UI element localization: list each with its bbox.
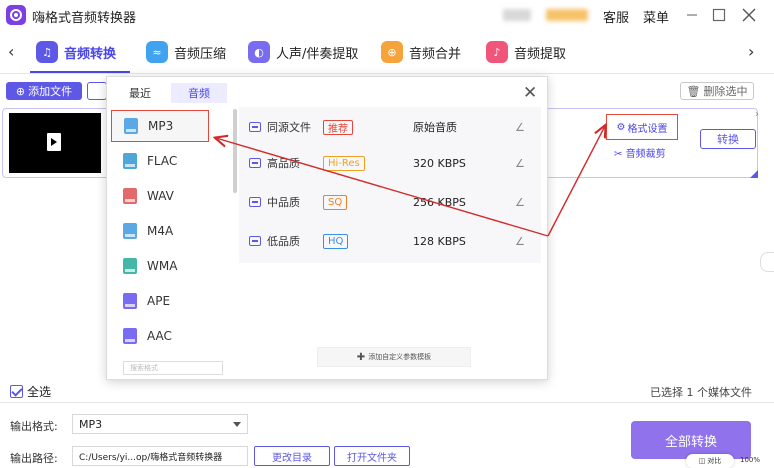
compare-toggle[interactable]: ◫ 对比 [686,454,734,468]
edit-icon[interactable]: ∠ [515,121,525,134]
feature-tabs: ‹ ♫ 音频转换 ≈ 音频压缩 ◐ 人声/伴奏提取 ⊕ 音频合并 ♪ 音频提取 … [0,30,774,74]
hires-badge: Hi-Res [323,155,365,171]
audio-file-icon [123,223,137,239]
merge-icon: ⊕ [381,41,403,63]
blurred-vip-badge [546,9,588,21]
divider [0,402,774,403]
change-directory-button[interactable]: 更改目录 [254,446,330,466]
format-settings-button[interactable]: ⚙ 格式设置 [606,114,678,140]
quality-presets: 同源文件 推荐 原始音质 ∠ 高品质 Hi-Res 320 KBPS ∠ 中品质… [239,107,541,263]
preset-icon [249,236,261,246]
format-item-mp3[interactable]: MP3 [111,110,209,142]
title-bar: 嗨格式音频转换器 客服 菜单 [0,0,774,30]
quality-rate: 256 KBPS [413,195,466,209]
open-folder-button[interactable]: 打开文件夹 [334,446,410,466]
tab-audio-convert[interactable]: ♫ 音频转换 [36,39,116,65]
quality-row-source[interactable]: 同源文件 推荐 原始音质 ∠ [249,115,539,139]
format-search-input[interactable]: 搜索格式 [123,361,223,375]
format-item-ape[interactable]: APE [107,285,231,317]
format-picker-popup: 最近 音频 ✕ MP3 FLAC WAV M4A WMA APE AAC 搜索格… [106,76,548,380]
tabs-prev-icon[interactable]: ‹ [8,42,14,61]
vocal-icon: ◐ [248,41,270,63]
audio-file-icon [123,188,137,204]
edit-icon[interactable]: ∠ [515,235,525,248]
compare-icon: ◫ [698,457,706,465]
zoom-level: 100% [740,456,761,464]
format-item-wav[interactable]: WAV [107,180,231,212]
audio-file-icon [123,328,137,344]
quality-rate: 原始音质 [413,121,457,134]
audio-cut-button[interactable]: ✂ 音频裁剪 [614,145,666,160]
edit-icon[interactable]: ∠ [515,196,525,209]
preset-icon [249,122,261,132]
add-file-button[interactable]: ⊕ 添加文件 [6,82,82,100]
quality-rate: 320 KBPS [413,156,466,170]
headphones-icon: ♫ [36,41,58,63]
audio-file-icon [47,133,61,151]
tab-recent[interactable]: 最近 [115,83,165,103]
output-format-select[interactable]: MP3 [72,414,248,434]
scissors-icon: ✂ [614,149,623,160]
plus-icon: ✚ [356,351,366,363]
quality-rate: 128 KBPS [413,234,466,248]
menu-button[interactable]: 菜单 [643,7,669,26]
audio-file-icon [123,258,137,274]
app-title: 嗨格式音频转换器 [32,11,137,26]
preset-icon [249,197,261,207]
recommend-badge: 推荐 [323,119,353,135]
add-custom-template-button[interactable]: ✚ 添加自定义参数模板 [317,347,471,367]
format-item-m4a[interactable]: M4A [107,215,231,247]
mic-icon: ♪ [486,41,508,63]
format-item-aac[interactable]: AAC [107,320,231,352]
hq-badge: HQ [323,233,349,249]
quality-row-high[interactable]: 高品质 Hi-Res 320 KBPS ∠ [249,151,539,175]
audio-file-icon [123,153,137,169]
add-icon: ⊕ [15,84,26,98]
minimize-icon[interactable] [680,3,704,27]
quality-row-medium[interactable]: 中品质 SQ 256 KBPS ∠ [249,190,539,214]
selected-corner-mark [750,170,758,178]
format-item-wma[interactable]: WMA [107,250,231,282]
tab-audio[interactable]: 音频 [171,83,227,103]
output-path-field[interactable]: C:/Users/yi...op/嗨格式音频转换器 [72,446,248,466]
maximize-icon[interactable] [707,3,731,27]
chevron-down-icon [233,422,241,427]
format-list-scrollbar[interactable] [233,109,237,193]
side-panel-handle[interactable] [760,252,774,272]
audio-file-icon [124,118,138,134]
format-list: MP3 FLAC WAV M4A WMA APE AAC [107,107,237,353]
customer-service-button[interactable]: 客服 [603,7,629,26]
convert-button[interactable]: 转换 [700,129,756,149]
checkbox-checked-icon [10,385,23,398]
tab-audio-compress[interactable]: ≈ 音频压缩 [146,39,226,65]
tab-audio-extract[interactable]: ♪ 音频提取 [486,39,566,65]
edit-icon[interactable]: ∠ [515,157,525,170]
tabs-next-icon[interactable]: › [748,42,754,61]
tab-audio-merge[interactable]: ⊕ 音频合并 [381,39,461,65]
tab-vocal-extract[interactable]: ◐ 人声/伴奏提取 [248,39,358,65]
close-icon[interactable] [737,3,761,27]
popup-close-icon[interactable]: ✕ [523,83,537,103]
blurred-account-info [503,9,531,21]
trash-icon: 🗑 [686,84,701,98]
preset-icon [249,158,261,168]
output-path-label: 输出路径: [10,452,58,465]
active-tab-underline [30,71,130,73]
audio-file-icon [123,293,137,309]
output-format-label: 输出格式: [10,420,58,433]
media-thumbnail [9,113,101,173]
add-folder-button[interactable] [87,82,107,100]
gear-icon: ⚙ [616,121,626,133]
select-all-checkbox[interactable]: 全选 [10,383,51,400]
app-logo-icon [6,5,26,25]
compress-icon: ≈ [146,41,168,63]
format-item-flac[interactable]: FLAC [107,145,231,177]
selected-count: 已选择 1 个媒体文件 [650,386,752,399]
chevron-right-icon[interactable]: › [755,109,759,120]
sq-badge: SQ [323,194,348,210]
quality-row-low[interactable]: 低品质 HQ 128 KBPS ∠ [249,229,539,253]
delete-selected-button[interactable]: 🗑 删除选中 [680,82,754,100]
